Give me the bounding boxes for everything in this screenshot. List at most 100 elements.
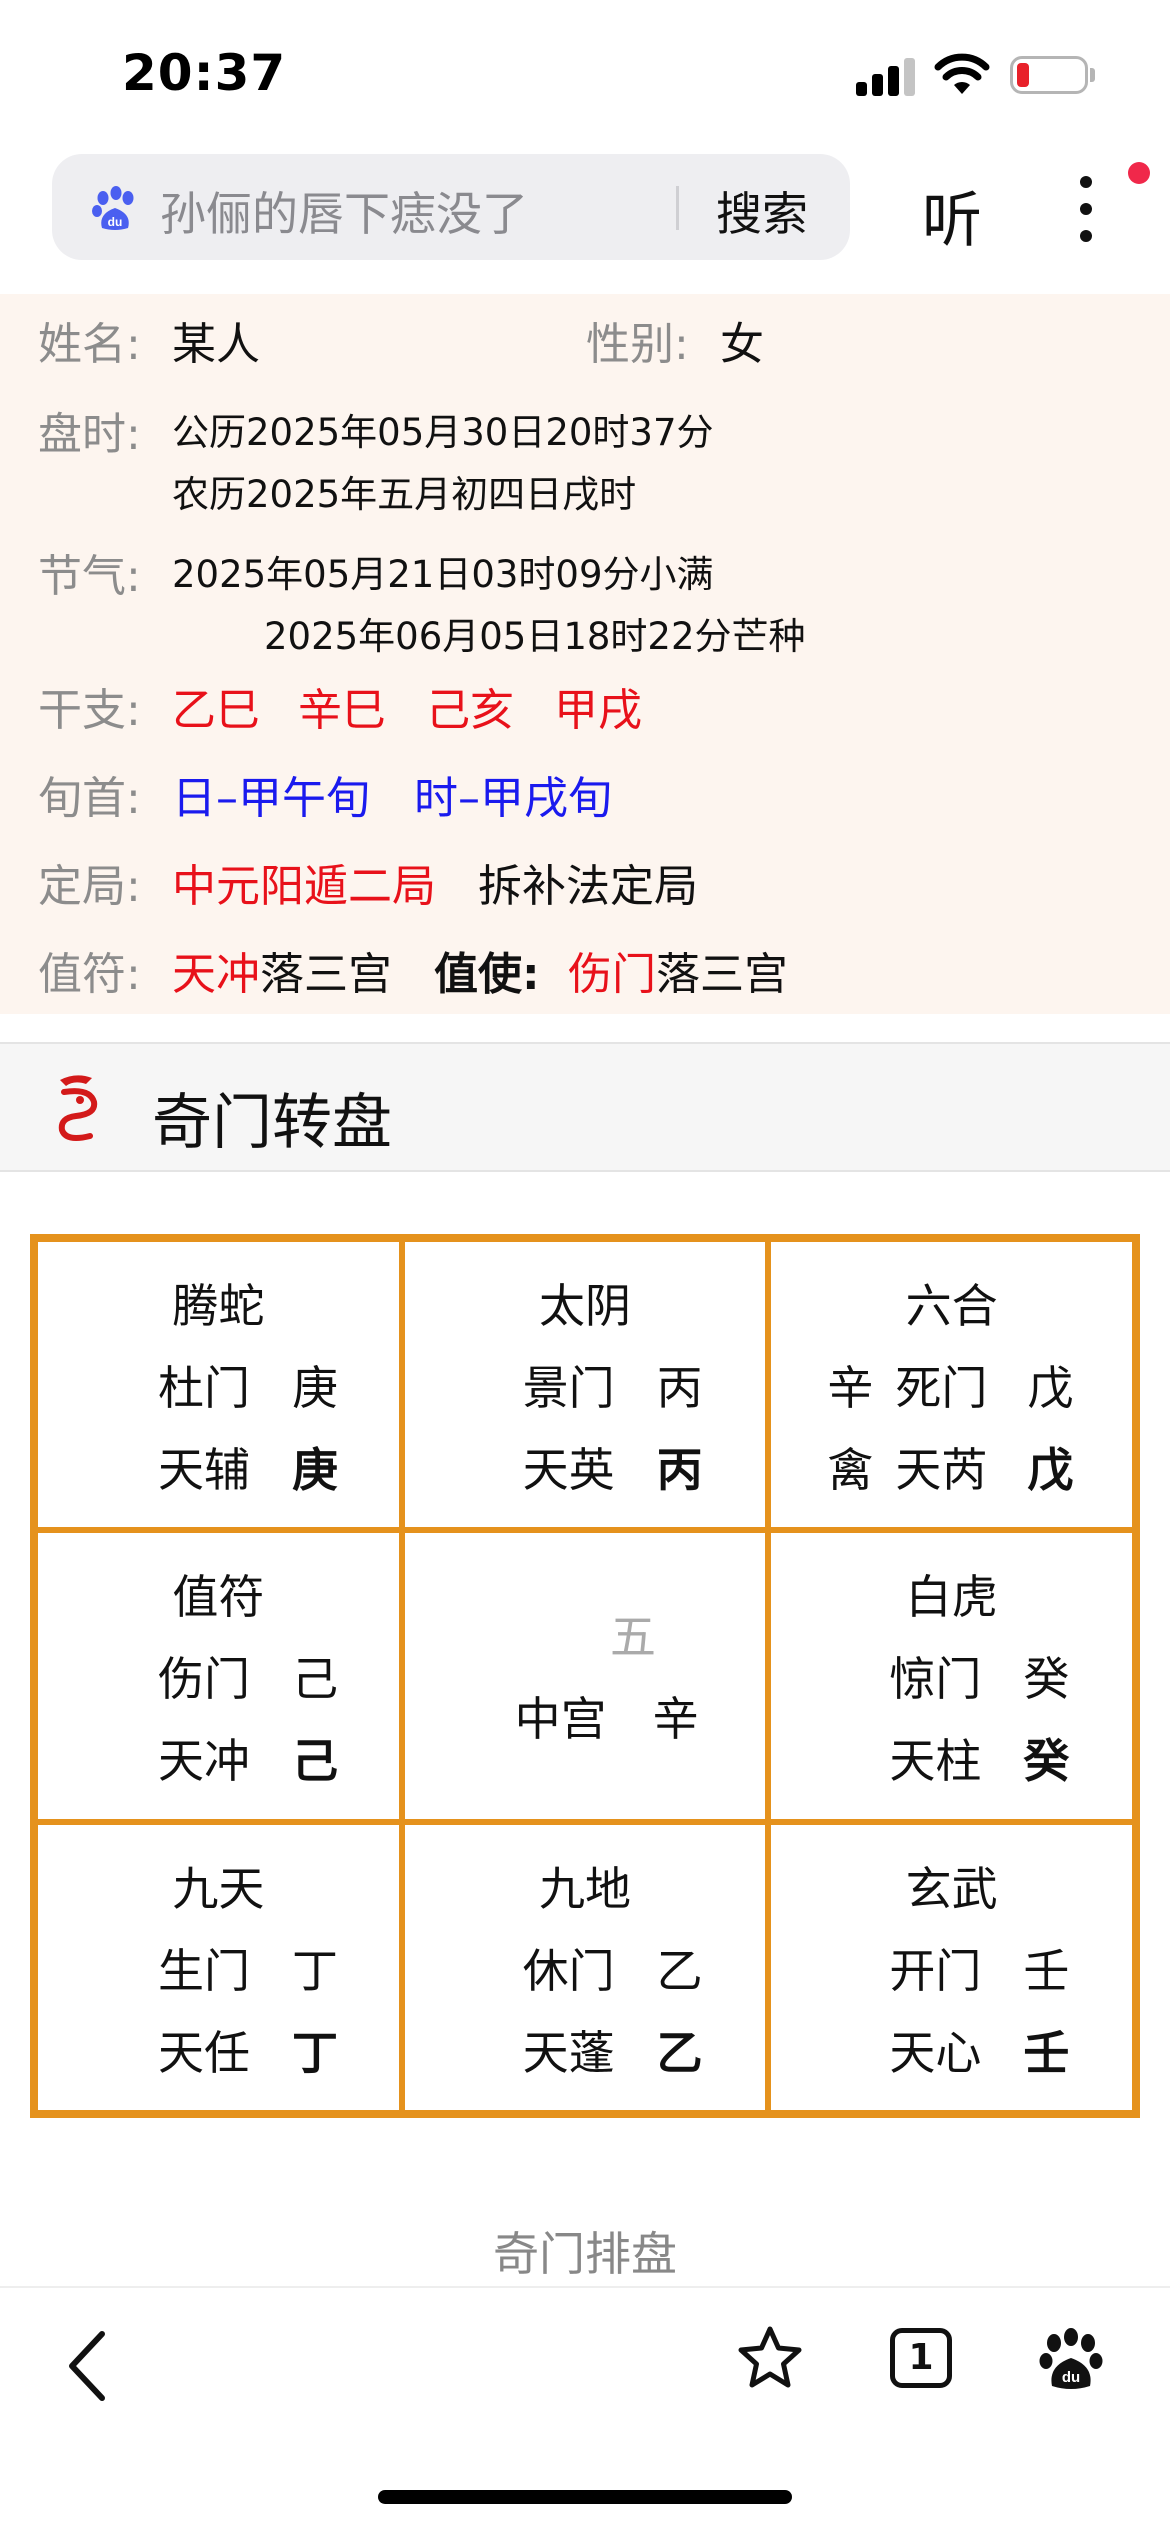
palace-star: 天冲 <box>158 1734 250 1789</box>
palace-god: 白虎 <box>905 1570 998 1625</box>
notification-dot <box>1128 162 1150 184</box>
search-button[interactable]: 搜索 <box>716 178 808 244</box>
zhishi-rest: 落三宫 <box>656 949 788 1000</box>
palace-star-stem: 壬 <box>1023 2025 1070 2080</box>
palace-cell: 值符 伤门己 天冲己 <box>35 1530 402 1822</box>
palace-door: 生门 <box>158 1943 250 1998</box>
gender-label: 性别: <box>586 319 689 370</box>
qimen-paipan-link[interactable]: 奇门排盘 <box>0 2218 1170 2284</box>
term-label: 节气: <box>38 551 141 602</box>
palace-god: 太阴 <box>538 1279 631 1333</box>
search-input[interactable]: 孙俪的唇下痣没了 <box>160 178 528 244</box>
name-value: 某人 <box>172 319 260 370</box>
ganzhi-day: 己亥 <box>426 685 514 736</box>
palace-door: 死门 <box>895 1361 988 1415</box>
section-title: 奇门转盘 <box>152 1088 392 1158</box>
ganzhi-label: 干支: <box>38 685 141 736</box>
palace-god: 九天 <box>172 1861 265 1916</box>
palace-door: 休门 <box>522 1943 615 1998</box>
baidu-icon[interactable]: du <box>1038 2326 1104 2392</box>
zhishi-label: 值使: <box>434 949 540 1000</box>
home-indicator[interactable] <box>378 2490 792 2504</box>
baidu-paw-icon: du <box>92 186 134 230</box>
xunshou-label: 旬首: <box>38 773 141 824</box>
palace-star-stem: 丁 <box>292 2025 338 2080</box>
palace-star: 天任 <box>158 2025 250 2080</box>
palace-number: 五 <box>609 1610 656 1665</box>
time-label: 盘时: <box>38 409 141 460</box>
palace-cell: 九天 生门丁 天任丁 <box>35 1821 402 2113</box>
palace-door: 杜门 <box>158 1361 250 1415</box>
palace-center: 五 中宫辛 <box>401 1530 769 1822</box>
search-box[interactable]: du 孙俪的唇下痣没了 搜索 <box>52 154 850 260</box>
palace-door-stem: 丙 <box>656 1361 703 1415</box>
palace-star-prefix: 禽 <box>827 1443 874 1497</box>
palace-star: 天辅 <box>158 1443 250 1497</box>
svg-text:du: du <box>1062 2369 1080 2386</box>
palace-god: 六合 <box>905 1279 998 1333</box>
palace-door-stem: 庚 <box>292 1361 338 1415</box>
palace-cell: 六合 辛死门戊 禽天芮戊 <box>768 1239 1135 1531</box>
star-icon[interactable] <box>736 2324 804 2390</box>
status-bar: 20:37 <box>0 0 1170 150</box>
dragon-logo-icon <box>58 1075 98 1141</box>
palace-door-stem: 戊 <box>1027 1361 1074 1415</box>
wifi-icon <box>934 53 990 94</box>
qimen-grid: 腾蛇 杜门庚 天辅庚 太阴 景门丙 天英丙 六合 辛死门戊 禽天芮戊 值符 伤门… <box>30 1234 1140 2118</box>
palace-cell: 玄武 开门壬 天心壬 <box>768 1821 1135 2113</box>
palace-star-stem: 己 <box>292 1734 338 1789</box>
palace-door: 开门 <box>889 1943 982 1998</box>
palace-star: 天心 <box>889 2025 982 2080</box>
palace-door-stem: 己 <box>292 1652 338 1707</box>
palace-door: 伤门 <box>158 1652 250 1707</box>
search-divider <box>676 186 679 230</box>
zhifu-star: 天冲 <box>172 949 260 1000</box>
palace-door-stem: 癸 <box>1023 1652 1070 1707</box>
zhifu-label: 值符: <box>38 949 141 1000</box>
lunar-date: 农历2025年五月初四日戌时 <box>172 473 637 516</box>
listen-button[interactable]: 听 <box>922 172 982 259</box>
palace-door-stem: 丁 <box>292 1943 338 1998</box>
palace-star: 天柱 <box>889 1734 982 1789</box>
palace-god: 九地 <box>538 1861 631 1916</box>
palace-cell: 太阴 景门丙 天英丙 <box>401 1239 769 1531</box>
ju-method: 拆补法定局 <box>478 861 698 912</box>
term-2: 2025年06月05日18时22分芒种 <box>264 615 806 658</box>
more-icon[interactable] <box>1080 176 1094 242</box>
gender-value: 女 <box>720 319 764 370</box>
xunshou-day: 日–甲午旬 <box>172 773 370 824</box>
palace-star: 天芮 <box>895 1443 988 1497</box>
status-time: 20:37 <box>122 44 287 102</box>
palace-door: 惊门 <box>889 1652 982 1707</box>
palace-door-stem: 乙 <box>656 1943 703 1998</box>
palace-star-stem: 癸 <box>1023 1734 1070 1789</box>
term-1: 2025年05月21日03时09分小满 <box>172 553 714 596</box>
solar-date: 公历2025年05月30日20时37分 <box>172 411 714 454</box>
palace-cell: 九地 休门乙 天蓬乙 <box>401 1821 769 2113</box>
xunshou-hour: 时–甲戌旬 <box>414 773 612 824</box>
ganzhi-month: 辛巳 <box>298 685 386 736</box>
palace-god: 值符 <box>172 1570 265 1625</box>
zhifu-rest: 落三宫 <box>260 949 392 1000</box>
palace-cell: 腾蛇 杜门庚 天辅庚 <box>35 1239 402 1531</box>
search-header: du 孙俪的唇下痣没了 搜索 听 <box>0 150 1170 270</box>
center-palace: 中宫 <box>514 1692 607 1747</box>
ju-label: 定局: <box>38 861 141 912</box>
back-icon[interactable] <box>62 2328 110 2404</box>
battery-icon <box>1010 56 1088 94</box>
palace-door: 景门 <box>522 1361 615 1415</box>
tabs-icon[interactable]: 1 <box>890 2328 952 2388</box>
ganzhi-hour: 甲戌 <box>554 685 642 736</box>
palace-god: 腾蛇 <box>172 1279 265 1333</box>
palace-star-stem: 乙 <box>656 2025 703 2080</box>
palace-door-stem: 壬 <box>1023 1943 1070 1998</box>
palace-star-stem: 丙 <box>656 1443 703 1497</box>
name-label: 姓名: <box>38 319 141 370</box>
svg-text:du: du <box>108 215 123 229</box>
center-stem: 辛 <box>652 1692 699 1747</box>
palace-star-stem: 戊 <box>1027 1443 1074 1497</box>
ju-value: 中元阳遁二局 <box>172 861 436 912</box>
ganzhi-year: 乙巳 <box>172 685 260 736</box>
section-header: 奇门转盘 <box>0 1042 1170 1172</box>
battery-nub <box>1090 68 1095 82</box>
